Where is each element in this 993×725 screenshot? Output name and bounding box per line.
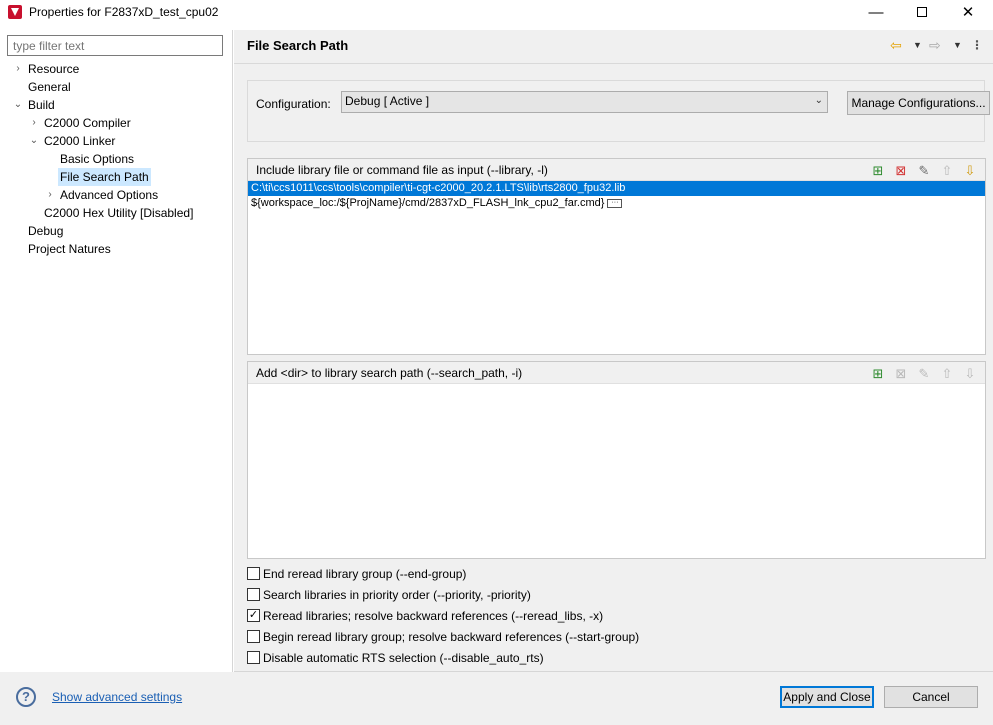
checkbox-box[interactable]	[247, 630, 260, 643]
apply-and-close-button[interactable]: Apply and Close	[780, 686, 874, 708]
header-divider	[234, 63, 993, 64]
forward-dropdown-icon[interactable]: ▼	[953, 36, 962, 54]
show-advanced-settings-link[interactable]: Show advanced settings	[52, 690, 182, 704]
edit-icon[interactable]: ✎	[915, 162, 933, 179]
tree-item-label: Advanced Options	[60, 188, 159, 202]
checkbox-end-group[interactable]: End reread library group (--end-group)	[247, 565, 639, 586]
move-down-icon[interactable]: ⇩	[961, 365, 979, 382]
checkbox-priority[interactable]: Search libraries in priority order (--pr…	[247, 586, 639, 607]
checkbox-label: End reread library group (--end-group)	[263, 567, 467, 581]
title-bar: Properties for F2837xD_test_cpu02 — ✕	[0, 0, 993, 24]
expand-icon[interactable]: ›	[44, 186, 56, 204]
filter-input[interactable]	[7, 35, 223, 56]
close-button[interactable]: ✕	[945, 0, 991, 24]
list-item[interactable]: ${workspace_loc:/${ProjName}/cmd/2837xD_…	[248, 196, 985, 211]
delete-icon[interactable]: ⊠	[892, 162, 910, 179]
checkbox-label: Reread libraries; resolve backward refer…	[263, 609, 604, 623]
checkbox-box[interactable]	[247, 651, 260, 664]
app-icon	[8, 5, 22, 19]
configuration-group: Configuration: Debug [ Active ] ⌄ Manage…	[247, 80, 990, 142]
tree-item-general[interactable]: General	[0, 78, 232, 96]
tree-item-file-search-path[interactable]: File Search Path	[0, 168, 232, 186]
checkbox-start-group[interactable]: Begin reread library group; resolve back…	[247, 628, 639, 649]
add-icon[interactable]: ⊞	[869, 365, 887, 382]
move-down-icon[interactable]: ⇩	[961, 162, 979, 179]
tree-item-c2000-compiler[interactable]: › C2000 Compiler	[0, 114, 232, 132]
search-path-list: Add <dir> to library search path (--sear…	[247, 361, 986, 559]
minimize-icon: —	[868, 3, 884, 21]
forward-arrow-icon[interactable]: ⇨	[929, 36, 941, 54]
collapse-icon[interactable]: ⌄	[28, 132, 40, 150]
tree-item-debug[interactable]: Debug	[0, 222, 232, 240]
tree-item-project-natures[interactable]: Project Natures	[0, 240, 232, 258]
include-library-title: Include library file or command file as …	[256, 163, 548, 177]
include-library-toolbar: ⊞ ⊠ ✎ ⇧ ⇩	[869, 162, 979, 179]
configuration-label: Configuration:	[256, 97, 331, 111]
linker-options-checkboxes: End reread library group (--end-group) S…	[247, 565, 639, 670]
maximize-icon	[917, 7, 927, 17]
checkbox-disable-auto-rts[interactable]: Disable automatic RTS selection (--disab…	[247, 649, 639, 670]
tree-item-label: Basic Options	[60, 152, 135, 166]
cancel-button[interactable]: Cancel	[884, 686, 978, 708]
checkbox-reread-libs[interactable]: ✓ Reread libraries; resolve backward ref…	[247, 607, 639, 628]
collapse-icon[interactable]: ⌄	[12, 96, 24, 114]
include-library-list: Include library file or command file as …	[247, 158, 986, 355]
more-icon[interactable]: ···	[607, 198, 623, 208]
delete-icon[interactable]: ⊠	[892, 365, 910, 382]
maximize-button[interactable]	[899, 0, 945, 24]
tree-item-label: C2000 Compiler	[44, 116, 131, 130]
property-tree: › Resource General ⌄ Build › C2000 Compi…	[0, 60, 232, 258]
tree-item-label: Project Natures	[28, 242, 111, 256]
checkbox-label: Disable automatic RTS selection (--disab…	[263, 651, 544, 665]
tree-item-label: Debug	[28, 224, 64, 238]
move-up-icon[interactable]: ⇧	[938, 162, 956, 179]
tree-item-label: Resource	[28, 62, 80, 76]
dialog-footer: ? Show advanced settings Apply and Close…	[0, 672, 993, 725]
search-path-header: Add <dir> to library search path (--sear…	[248, 362, 985, 384]
page-title: File Search Path	[247, 38, 349, 53]
tree-item-label: General	[28, 80, 71, 94]
tree-item-basic-options[interactable]: Basic Options	[0, 150, 232, 168]
manage-configurations-button[interactable]: Manage Configurations...	[847, 91, 990, 115]
checkbox-label: Begin reread library group; resolve back…	[263, 630, 640, 644]
tree-item-label: C2000 Hex Utility [Disabled]	[44, 206, 194, 220]
checkbox-label: Search libraries in priority order (--pr…	[263, 588, 531, 602]
checkbox-box[interactable]	[247, 588, 260, 601]
tree-item-c2000-hex-utility[interactable]: C2000 Hex Utility [Disabled]	[0, 204, 232, 222]
move-up-icon[interactable]: ⇧	[938, 365, 956, 382]
back-dropdown-icon[interactable]: ▼	[913, 36, 922, 54]
view-menu-icon[interactable]: ⋮	[971, 36, 983, 54]
tree-item-resource[interactable]: › Resource	[0, 60, 232, 78]
help-icon[interactable]: ?	[16, 687, 36, 707]
configuration-select[interactable]: Debug [ Active ] ⌄	[341, 91, 828, 113]
tree-item-label: File Search Path	[58, 168, 151, 186]
chevron-down-icon: ⌄	[814, 95, 823, 106]
tree-item-label: C2000 Linker	[44, 134, 116, 148]
property-tree-panel: › Resource General ⌄ Build › C2000 Compi…	[0, 30, 233, 672]
property-page: File Search Path ⇦ ▼ ⇨ ▼ ⋮ Configuration…	[234, 30, 993, 672]
list-item[interactable]: C:\ti\ccs1011\ccs\tools\compiler\ti-cgt-…	[248, 181, 985, 196]
tree-item-build[interactable]: ⌄ Build	[0, 96, 232, 114]
edit-icon[interactable]: ✎	[915, 365, 933, 382]
minimize-button[interactable]: —	[853, 0, 899, 24]
include-library-header: Include library file or command file as …	[248, 159, 985, 181]
expand-icon[interactable]: ›	[28, 114, 40, 132]
tree-item-c2000-linker[interactable]: ⌄ C2000 Linker	[0, 132, 232, 150]
tree-item-advanced-options[interactable]: › Advanced Options	[0, 186, 232, 204]
tree-item-label: Build	[28, 98, 55, 112]
search-path-toolbar: ⊞ ⊠ ✎ ⇧ ⇩	[869, 365, 979, 382]
add-icon[interactable]: ⊞	[869, 162, 887, 179]
checkmark-icon: ✓	[248, 609, 259, 621]
configuration-value: Debug [ Active ]	[345, 94, 430, 108]
list-item-text: ${workspace_loc:/${ProjName}/cmd/2837xD_…	[251, 197, 605, 209]
back-arrow-icon[interactable]: ⇦	[890, 36, 902, 54]
window-title: Properties for F2837xD_test_cpu02	[29, 5, 219, 19]
search-path-title: Add <dir> to library search path (--sear…	[256, 366, 523, 380]
page-header: File Search Path ⇦ ▼ ⇨ ▼ ⋮	[234, 30, 993, 62]
checkbox-box[interactable]	[247, 567, 260, 580]
expand-icon[interactable]: ›	[12, 60, 24, 78]
close-icon: ✕	[961, 4, 975, 21]
checkbox-box[interactable]: ✓	[247, 609, 260, 622]
